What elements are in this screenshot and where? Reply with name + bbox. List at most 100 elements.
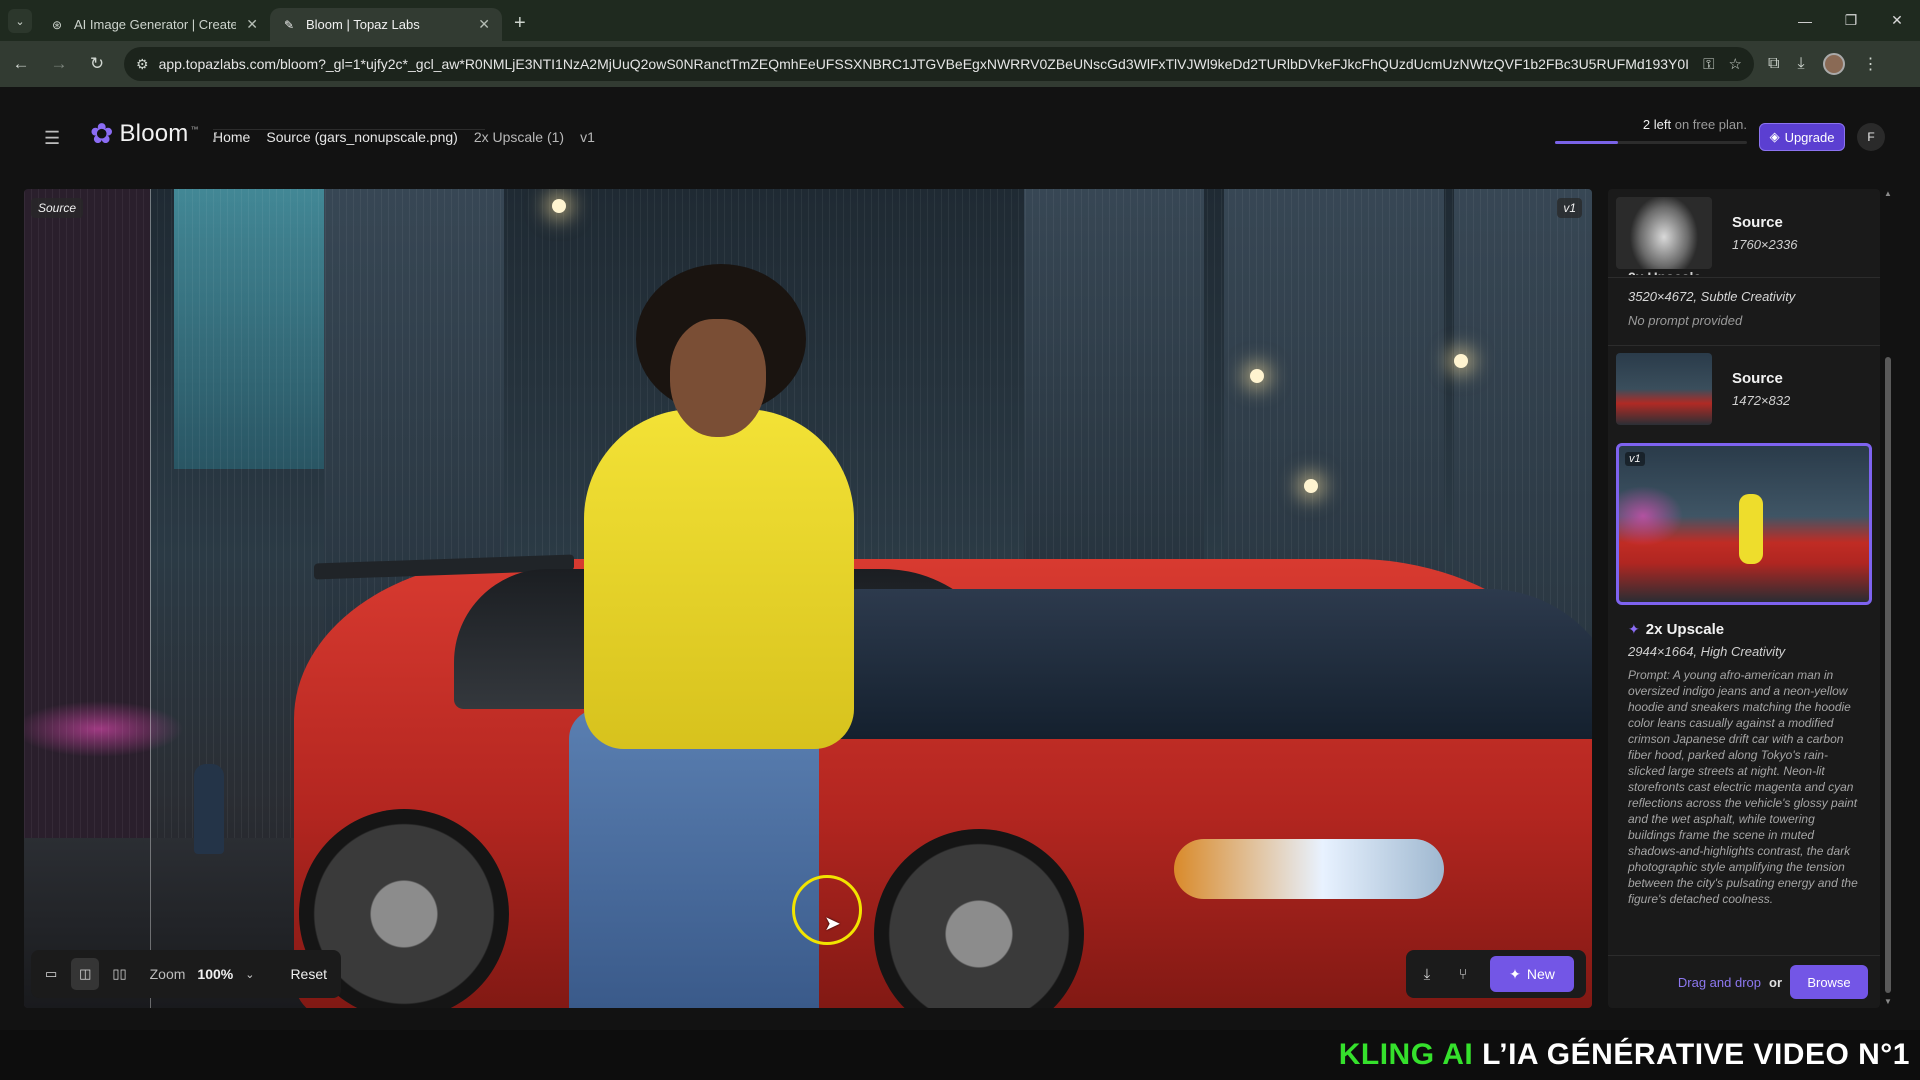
user-avatar[interactable]: F [1857,123,1885,151]
source-label: Source [31,198,84,218]
item-title: Source [1732,214,1783,231]
hamburger-menu-icon[interactable]: ☰ [44,128,60,149]
chevron-down-icon[interactable]: ⌄ [245,968,254,981]
breadcrumb-version[interactable]: v1 [580,129,595,145]
profile-avatar[interactable] [1822,53,1845,75]
window-controls: — ❐ ✕ [1782,0,1920,41]
person-jeans [569,709,819,1008]
sidebar-scrollbar[interactable]: ▲ ▼ [1884,189,1892,1008]
selected-version-card[interactable]: v1 [1616,443,1872,605]
branch-icon[interactable]: ⑂ [1450,959,1476,989]
scroll-down-icon[interactable]: ▼ [1884,997,1892,1006]
breadcrumb: Home / Source (gars_nonupscale.png) / 2x… [213,129,595,145]
upload-dropzone[interactable]: Drag and drop or Browse [1608,955,1880,1008]
breadcrumb-home[interactable]: Home [213,129,250,145]
trademark: ™ [190,124,199,134]
banner-white-text: L’IA GÉNÉRATIVE VIDEO N°1 [1473,1038,1910,1071]
banner-green-text: KLING AI [1338,1038,1474,1071]
browser-toolbar: ← → ↻ ⚙ app.topazlabs.com/bloom?_gl=1*uj… [0,41,1920,87]
address-bar[interactable]: ⚙ app.topazlabs.com/bloom?_gl=1*ujfy2c*_… [124,47,1754,81]
breadcrumb-separator: / [213,129,485,145]
action-toolbar: ⤓ ⑂ ✦ New [1406,950,1586,998]
upscale-header: ✦ 2x Upscale [1628,621,1724,638]
image-viewer[interactable]: Source v1 ➤ [24,189,1592,1008]
sparkle-icon: ✦ [1628,621,1640,637]
close-tab-icon[interactable]: ✕ [246,16,258,33]
browse-button[interactable]: Browse [1790,965,1868,999]
restore-icon[interactable]: ❐ [1828,0,1874,41]
new-button[interactable]: ✦ New [1490,956,1574,992]
tab-search-button[interactable]: ⌄ [8,9,32,33]
street-lamp [1454,354,1468,368]
item-dims: 1760×2336 [1732,237,1798,252]
divider [1608,277,1880,278]
street-lamp [1250,369,1264,383]
thumbnail-figure [1739,494,1763,564]
download-icon[interactable]: ⤓ [1414,959,1440,989]
mouse-pointer-icon: ➤ [824,913,841,935]
browser-menu-icon[interactable]: ⋮ [1863,54,1879,74]
reload-icon[interactable]: ↻ [80,47,114,81]
upscale-meta: 2944×1664, High Creativity [1628,644,1786,659]
minimize-icon[interactable]: — [1782,0,1828,41]
bloom-logo[interactable]: ✿ Bloom ™ [90,120,199,148]
upscale-title: 2x Upscale [1645,621,1725,638]
ghost-meta: 3520×4672, Subtle Creativity [1628,289,1796,304]
portrait-thumbnail [1616,197,1712,269]
browser-tab-bloom[interactable]: ✎ Bloom | Topaz Labs ✕ [270,8,502,41]
banner-text: KLING AI L’IA GÉNÉRATIVE VIDEO N°1 [1339,1038,1910,1072]
usage-suffix: on free plan. [1671,117,1747,132]
downloads-icon[interactable]: ⤓ [1797,55,1804,73]
zoom-label: Zoom [149,966,186,982]
usage-track [1555,141,1747,144]
extensions-icon[interactable]: ⧉ [1768,55,1779,73]
street-lamp [1304,479,1318,493]
new-tab-icon[interactable]: + [514,12,526,35]
split-view-icon[interactable]: ◫ [71,958,100,990]
forward-icon[interactable]: → [42,47,76,81]
item-dims: 1472×832 [1732,393,1791,408]
view-toolbar: ▭ ◫ ▯▯ Zoom 100% ⌄ Reset [31,950,341,998]
side-by-side-icon[interactable]: ▯▯ [105,958,133,990]
close-window-icon[interactable]: ✕ [1874,0,1920,41]
item-title: Source [1732,370,1783,387]
browser-tab-ai-image-generator[interactable]: ⊛ AI Image Generator | Create HD ✕ [38,8,270,41]
tab-title: Bloom | Topaz Labs [306,17,420,32]
openai-favicon-icon: ⊛ [51,17,63,32]
sparkle-icon: ✦ [1509,965,1521,982]
new-label: New [1526,966,1555,982]
bloom-flower-icon: ✿ [90,118,114,149]
history-item-source-portrait[interactable]: Source 1760×2336 [1608,197,1880,269]
zoom-select[interactable]: 100% [197,966,233,982]
upgrade-button[interactable]: ◈ Upgrade [1759,123,1845,151]
ghost-prompt: No prompt provided [1628,313,1743,328]
car-headlight [1174,839,1444,899]
reset-button[interactable]: Reset [282,960,335,988]
url-text: app.topazlabs.com/bloom?_gl=1*ujfy2c*_gc… [158,56,1690,72]
history-item-source-scene[interactable]: Source 1472×832 [1608,353,1880,425]
street-lamp [552,199,566,213]
breadcrumb-source[interactable]: Source (gars_nonupscale.png) [266,129,457,145]
version-label: v1 [1557,198,1582,218]
scroll-up-icon[interactable]: ▲ [1884,189,1892,198]
pedestrian [194,764,224,854]
scene-thumbnail [1616,353,1712,425]
tab-title: AI Image Generator | Create HD [74,17,237,32]
back-icon[interactable]: ← [4,47,38,81]
version-badge: v1 [1625,452,1645,466]
app-header: ☰ ✿ Bloom ™ Home / Source (gars_nonupsca… [0,87,1920,187]
breadcrumb-upscale[interactable]: 2x Upscale (1) [474,129,564,145]
person-face [670,319,766,437]
usage-count: 2 left [1642,117,1672,132]
scrollbar-thumb[interactable] [1885,357,1891,993]
drag-drop-label: Drag and drop [1677,974,1761,990]
or-label: or [1769,974,1782,990]
history-sidebar: Source 1760×2336 2x Upscale 3520×4672, S… [1608,189,1880,1008]
password-key-icon[interactable]: ⚿ [1703,56,1714,73]
close-tab-icon[interactable]: ✕ [478,16,490,33]
single-view-icon[interactable]: ▭ [37,958,65,990]
compare-divider[interactable] [150,189,151,1008]
site-settings-icon[interactable]: ⚙ [136,56,149,73]
upgrade-label: Upgrade [1784,129,1835,145]
bookmark-star-icon[interactable]: ☆ [1729,55,1742,73]
